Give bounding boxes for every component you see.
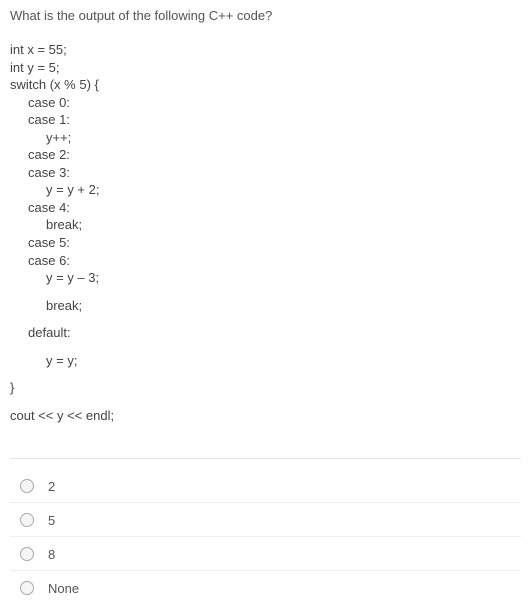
code-line: break; <box>10 216 521 234</box>
option-label: 5 <box>48 513 55 528</box>
radio-icon[interactable] <box>20 479 34 493</box>
question-text: What is the output of the following C++ … <box>10 8 521 23</box>
code-line: case 4: <box>10 199 521 217</box>
code-line: switch (x % 5) { <box>10 76 521 94</box>
code-line: y = y – 3; <box>10 269 521 287</box>
code-line: case 5: <box>10 234 521 252</box>
code-line: int x = 55; <box>10 41 521 59</box>
question-container: What is the output of the following C++ … <box>0 0 531 612</box>
radio-icon[interactable] <box>20 547 34 561</box>
radio-icon[interactable] <box>20 581 34 595</box>
code-line: int y = 5; <box>10 59 521 77</box>
option-row[interactable]: None <box>10 571 521 604</box>
separator <box>10 458 521 459</box>
option-label: 2 <box>48 479 55 494</box>
option-row[interactable]: 2 <box>10 469 521 503</box>
code-line: case 1: <box>10 111 521 129</box>
code-line: case 3: <box>10 164 521 182</box>
radio-icon[interactable] <box>20 513 34 527</box>
code-line: default: <box>10 324 521 342</box>
code-line: y++; <box>10 129 521 147</box>
code-line: y = y + 2; <box>10 181 521 199</box>
option-row[interactable]: 8 <box>10 537 521 571</box>
code-line: y = y; <box>10 352 521 370</box>
option-row[interactable]: 5 <box>10 503 521 537</box>
code-line: break; <box>10 297 521 315</box>
answer-options: 2 5 8 None <box>10 469 521 604</box>
code-line: case 6: <box>10 252 521 270</box>
code-line: } <box>10 379 521 397</box>
code-line: cout << y << endl; <box>10 407 521 425</box>
code-line: case 0: <box>10 94 521 112</box>
option-label: None <box>48 581 79 596</box>
option-label: 8 <box>48 547 55 562</box>
code-line: case 2: <box>10 146 521 164</box>
code-block: int x = 55; int y = 5; switch (x % 5) { … <box>10 41 521 424</box>
